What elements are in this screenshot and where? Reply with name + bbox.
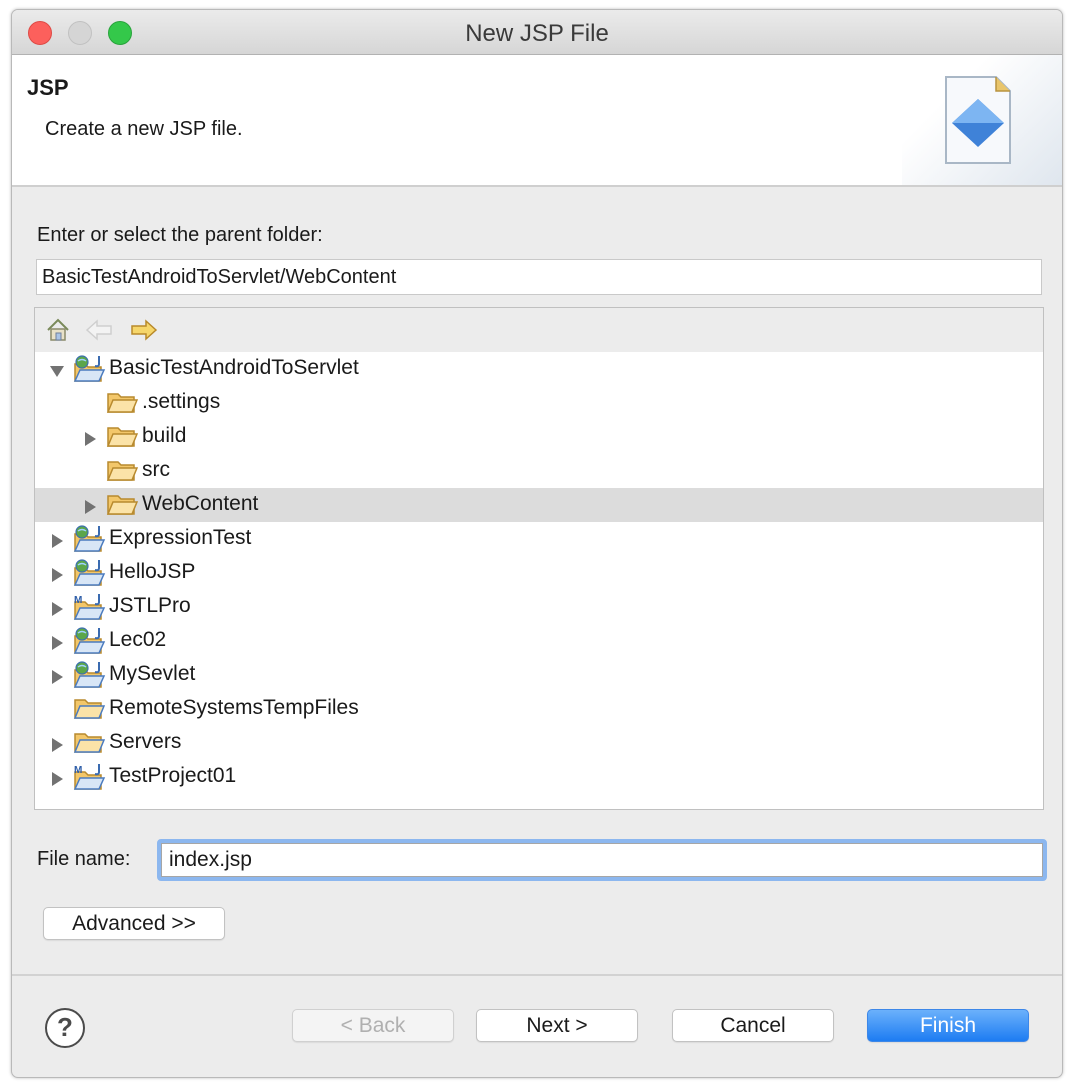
- advanced-button[interactable]: Advanced >>: [43, 907, 225, 940]
- tree-item[interactable]: WebContent: [35, 488, 1043, 522]
- title-bar: New JSP File: [12, 10, 1062, 55]
- maven-project-icon: M: [73, 593, 107, 621]
- tree-item-label: HelloJSP: [109, 560, 196, 583]
- banner-description: Create a new JSP file.: [45, 118, 243, 140]
- tree-item[interactable]: ExpressionTest: [35, 522, 1043, 556]
- tree-item[interactable]: M TestProject01: [35, 760, 1043, 794]
- project-folder-icon: [73, 695, 107, 723]
- tree-item-label: TestProject01: [109, 764, 237, 787]
- web-project-icon: [73, 661, 107, 689]
- collapsed-triangle-icon[interactable]: [49, 667, 65, 684]
- tree-item-label: .settings: [142, 390, 221, 413]
- tree-item-label: WebContent: [142, 492, 259, 515]
- tree-item-label: Servers: [109, 730, 182, 753]
- back-button[interactable]: < Back: [292, 1009, 454, 1042]
- tree-item[interactable]: Servers: [35, 726, 1043, 760]
- wizard-banner: JSP Create a new JSP file.: [12, 55, 1062, 187]
- collapsed-triangle-icon[interactable]: [82, 497, 98, 514]
- tree-item[interactable]: HelloJSP: [35, 556, 1043, 590]
- svg-text:M: M: [74, 765, 82, 776]
- web-project-icon: [73, 355, 107, 383]
- file-name-label: File name:: [37, 848, 131, 870]
- collapsed-triangle-icon[interactable]: [49, 769, 65, 786]
- project-folder-icon: [73, 729, 107, 757]
- folder-icon: [106, 457, 140, 485]
- tree-item-label: MySevlet: [109, 662, 196, 685]
- parent-folder-label: Enter or select the parent folder:: [37, 224, 323, 246]
- collapsed-triangle-icon[interactable]: [82, 429, 98, 446]
- footer-separator: [12, 974, 1062, 976]
- collapsed-triangle-icon[interactable]: [49, 633, 65, 650]
- home-icon[interactable]: [44, 317, 72, 343]
- tree-item[interactable]: Lec02: [35, 624, 1043, 658]
- maven-project-icon: M: [73, 763, 107, 791]
- next-button[interactable]: Next >: [476, 1009, 638, 1042]
- collapsed-triangle-icon[interactable]: [49, 735, 65, 752]
- tree-item-label: src: [142, 458, 170, 481]
- banner-title: JSP: [27, 75, 69, 100]
- collapsed-triangle-icon[interactable]: [49, 531, 65, 548]
- file-name-input[interactable]: [161, 843, 1043, 877]
- help-icon[interactable]: ?: [45, 1008, 85, 1048]
- tree-item[interactable]: MySevlet: [35, 658, 1043, 692]
- folder-tree[interactable]: BasicTestAndroidToServlet .settings build s…: [34, 307, 1044, 810]
- tree-item[interactable]: BasicTestAndroidToServlet: [35, 352, 1043, 386]
- collapsed-triangle-icon[interactable]: [49, 599, 65, 616]
- tree-item-label: Lec02: [109, 628, 167, 651]
- finish-button[interactable]: Finish: [867, 1009, 1029, 1042]
- back-arrow-icon: [85, 317, 113, 343]
- tree-item-label: JSTLPro: [109, 594, 191, 617]
- tree-item[interactable]: RemoteSystemsTempFiles: [35, 692, 1043, 726]
- expanded-triangle-icon[interactable]: [49, 361, 65, 377]
- tree-item[interactable]: build: [35, 420, 1043, 454]
- web-project-icon: [73, 627, 107, 655]
- parent-folder-input[interactable]: [36, 259, 1042, 295]
- tree-item-label: ExpressionTest: [109, 526, 252, 549]
- forward-arrow-icon[interactable]: [130, 317, 158, 343]
- wizard-banner-art: [902, 55, 1062, 185]
- jsp-file-icon: [945, 76, 1011, 164]
- cancel-button[interactable]: Cancel: [672, 1009, 834, 1042]
- tree-item[interactable]: .settings: [35, 386, 1043, 420]
- collapsed-triangle-icon[interactable]: [49, 565, 65, 582]
- tree-toolbar: [35, 308, 1043, 352]
- tree-item-label: build: [142, 424, 187, 447]
- file-name-field: [157, 839, 1047, 881]
- folder-icon: [106, 491, 140, 519]
- web-project-icon: [73, 559, 107, 587]
- web-project-icon: [73, 525, 107, 553]
- tree-item-label: BasicTestAndroidToServlet: [109, 356, 359, 379]
- new-jsp-file-dialog: New JSP File JSP Create a new JSP file. …: [11, 9, 1063, 1078]
- folder-icon: [106, 389, 140, 417]
- tree-item[interactable]: M JSTLPro: [35, 590, 1043, 624]
- svg-text:M: M: [74, 595, 82, 606]
- tree-item[interactable]: src: [35, 454, 1043, 488]
- window-title: New JSP File: [465, 20, 609, 47]
- folder-icon: [106, 423, 140, 451]
- tree-item-label: RemoteSystemsTempFiles: [109, 696, 359, 719]
